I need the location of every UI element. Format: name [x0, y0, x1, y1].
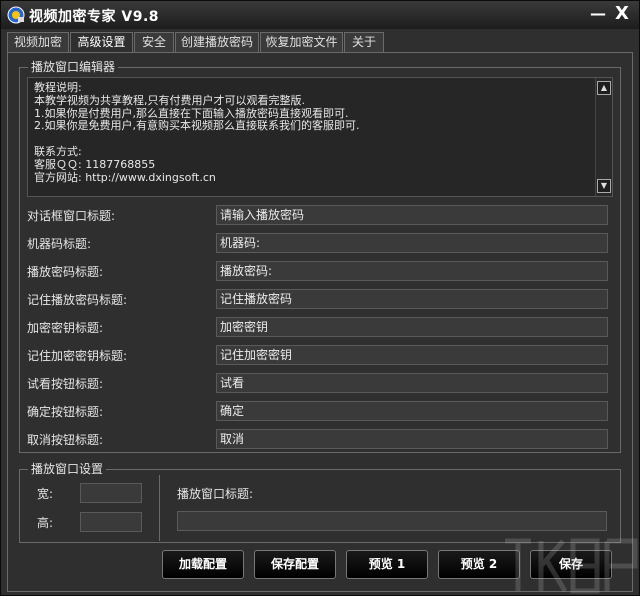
- tab-about[interactable]: 关于: [344, 32, 384, 52]
- main-window: 视频加密专家 V9.8 — X 视频加密 高级设置 安全 创建播放密码 恢复加密…: [0, 0, 640, 596]
- dialog-title-field[interactable]: 请输入播放密码: [216, 205, 608, 225]
- settings-group-title: 播放窗口设置: [28, 462, 107, 476]
- tab-restore-encrypted-file[interactable]: 恢复加密文件: [260, 32, 343, 52]
- encrypt-key-field[interactable]: 加密密钥: [216, 317, 608, 337]
- cancel-button-title-label: 取消按钮标题:: [27, 433, 104, 447]
- machine-code-field[interactable]: 机器码:: [216, 233, 608, 253]
- site-watermark-icon: [505, 538, 638, 594]
- height-label: 高:: [37, 516, 54, 530]
- ok-button-title-label: 确定按钮标题:: [27, 405, 104, 419]
- height-input[interactable]: [80, 512, 142, 532]
- play-password-field[interactable]: 播放密码:: [216, 261, 608, 281]
- width-input[interactable]: [80, 483, 142, 503]
- trial-button-title-label: 试看按钮标题:: [27, 377, 104, 391]
- ok-button-title-field[interactable]: 确定: [216, 401, 608, 421]
- editor-group-title: 播放窗口编辑器: [28, 60, 119, 74]
- play-window-title-label: 播放窗口标题:: [177, 487, 254, 501]
- machine-code-label: 机器码标题:: [27, 237, 92, 251]
- editor-scrollbar[interactable]: ▲ ▼: [595, 78, 612, 196]
- scroll-up-icon[interactable]: ▲: [597, 81, 611, 95]
- trial-button-title-field[interactable]: 试看: [216, 373, 608, 393]
- video-lock-app-icon: [7, 6, 25, 24]
- settings-divider: [159, 475, 160, 541]
- load-config-button[interactable]: 加载配置: [162, 550, 244, 579]
- preview-1-button[interactable]: 预览 1: [346, 550, 428, 579]
- remember-encrypt-key-field[interactable]: 记住加密密钥: [216, 345, 608, 365]
- editor-text[interactable]: 教程说明: 本教学视频为共享教程,只有付费用户才可以观看完整版. 1.如果你是付…: [34, 81, 594, 184]
- tab-create-play-password[interactable]: 创建播放密码: [175, 32, 259, 52]
- tab-advanced-settings[interactable]: 高级设置: [70, 32, 133, 53]
- dialog-title-label: 对话框窗口标题:: [27, 209, 116, 223]
- cancel-button-title-field[interactable]: 取消: [216, 429, 608, 449]
- width-label: 宽:: [37, 487, 54, 501]
- remember-play-password-label: 记住播放密码标题:: [27, 293, 128, 307]
- tab-video-encrypt[interactable]: 视频加密: [7, 32, 69, 52]
- player-text-editor[interactable]: 教程说明: 本教学视频为共享教程,只有付费用户才可以观看完整版. 1.如果你是付…: [27, 77, 613, 197]
- play-window-title-input[interactable]: [177, 511, 607, 531]
- minimize-button[interactable]: —: [587, 4, 609, 24]
- close-button[interactable]: X: [611, 4, 633, 24]
- play-password-label: 播放密码标题:: [27, 265, 104, 279]
- scroll-down-icon[interactable]: ▼: [597, 179, 611, 193]
- window-title: 视频加密专家 V9.8: [29, 9, 160, 25]
- tab-security[interactable]: 安全: [134, 32, 174, 52]
- save-config-button[interactable]: 保存配置: [254, 550, 336, 579]
- encrypt-key-label: 加密密钥标题:: [27, 321, 104, 335]
- title-bar[interactable]: 视频加密专家 V9.8 — X: [1, 1, 639, 29]
- remember-encrypt-key-label: 记住加密密钥标题:: [27, 349, 128, 363]
- remember-play-password-field[interactable]: 记住播放密码: [216, 289, 608, 309]
